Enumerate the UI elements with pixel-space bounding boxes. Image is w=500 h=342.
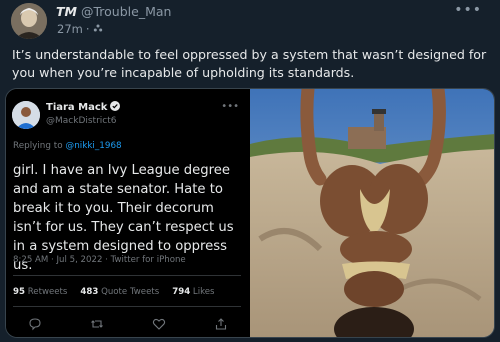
inner-name-row: Tiara Mack (46, 101, 121, 114)
outer-avatar[interactable] (11, 3, 47, 39)
more-icon[interactable]: ••• (454, 2, 482, 18)
outer-tweet-text: It’s understandable to feel oppressed by… (12, 47, 487, 80)
outer-meta: 27m · (57, 22, 103, 36)
outer-handle[interactable]: @Trouble_Man (81, 4, 171, 19)
like-icon (152, 316, 166, 330)
outer-display-name[interactable]: TM (56, 4, 77, 19)
audience-icon (93, 22, 103, 36)
likes-stat: 794 Likes (172, 287, 215, 297)
embedded-image[interactable]: Tiara Mack @MackDistrict6 ••• Replying t… (5, 88, 495, 338)
beach-photo (250, 89, 494, 337)
quoted-timestamp: 8:25 AM · Jul 5, 2022 · Twitter for iPho… (13, 255, 186, 265)
divider (13, 306, 241, 307)
share-icon (214, 316, 228, 330)
quoted-tweet-panel: Tiara Mack @MackDistrict6 ••• Replying t… (6, 89, 247, 337)
reply-icon (28, 316, 42, 331)
quotes-stat: 483 Quote Tweets (80, 287, 160, 297)
replying-to: Replying to @nikki_1968 (13, 141, 122, 151)
retweets-stat: 95 Retweets (13, 287, 68, 297)
verified-badge-icon (110, 101, 121, 114)
inner-display-name: Tiara Mack (46, 102, 108, 113)
action-bar (28, 316, 228, 331)
inner-more-icon: ••• (221, 101, 239, 112)
reply-mention: @nikki_1968 (65, 141, 122, 151)
divider (13, 275, 241, 276)
outer-time[interactable]: 27m (57, 22, 83, 36)
inner-avatar (12, 101, 40, 129)
retweet-icon (90, 316, 104, 330)
meta-separator: · (85, 22, 90, 36)
reply-prefix: Replying to (13, 141, 63, 151)
quoted-stats: 95 Retweets 483 Quote Tweets 794 Likes (13, 287, 215, 297)
inner-handle: @MackDistrict6 (46, 116, 117, 126)
